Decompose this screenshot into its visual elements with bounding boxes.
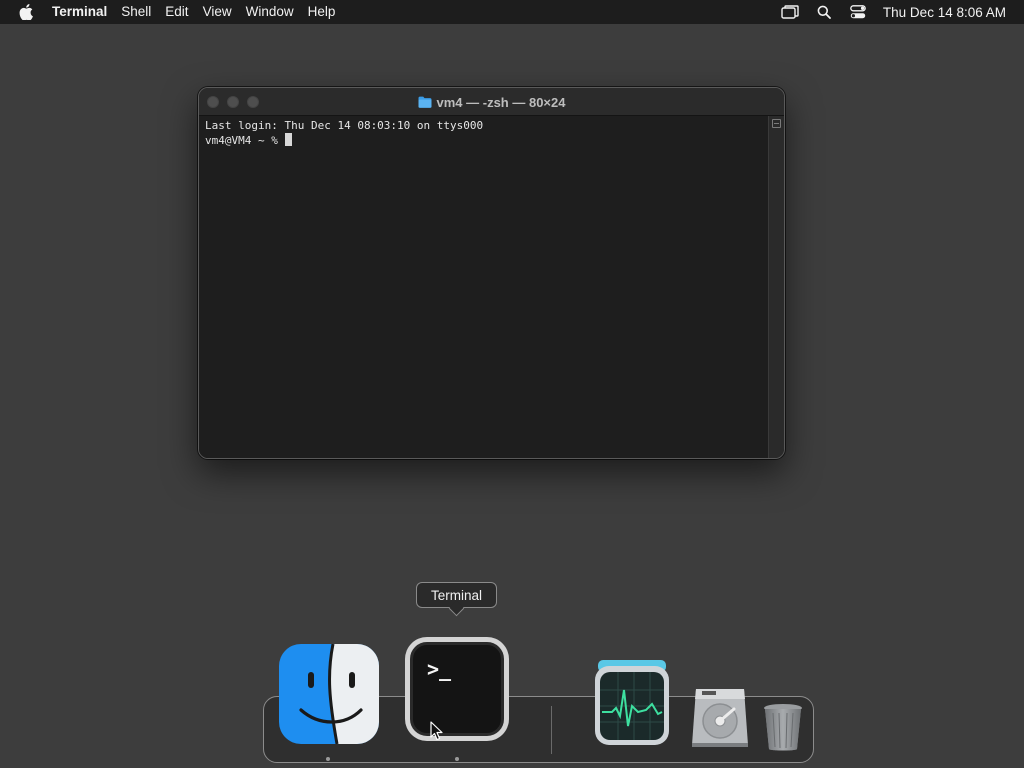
menu-view[interactable]: View	[196, 0, 239, 24]
window-titlebar[interactable]: vm4 — -zsh — 80×24	[199, 88, 784, 116]
window-title: vm4 — -zsh — 80×24	[199, 88, 784, 116]
scrollbar-marker-icon[interactable]	[772, 119, 781, 128]
terminal-prompt: vm4@VM4 ~ %	[205, 134, 285, 147]
terminal-running-indicator	[455, 757, 459, 761]
dock-separator	[551, 706, 552, 754]
screen-mirroring-icon[interactable]	[773, 0, 807, 24]
control-center-icon[interactable]	[841, 0, 875, 24]
hard-disk-icon[interactable]	[690, 685, 750, 749]
menu-bar: Terminal Shell Edit View Window Help Thu…	[0, 0, 1024, 24]
mouse-pointer-icon	[430, 721, 444, 746]
window-title-text: vm4 — -zsh — 80×24	[436, 94, 566, 110]
menu-app-terminal[interactable]: Terminal	[45, 0, 114, 24]
activity-monitor-icon[interactable]	[594, 660, 670, 746]
dock-tooltip: Terminal	[416, 582, 497, 608]
finder-icon[interactable]	[279, 644, 379, 744]
terminal-output[interactable]: Last login: Thu Dec 14 08:03:10 on ttys0…	[199, 116, 769, 458]
terminal-window: vm4 — -zsh — 80×24 Last login: Thu Dec 1…	[198, 87, 785, 459]
trash-icon[interactable]	[763, 703, 803, 752]
menu-window[interactable]: Window	[239, 0, 301, 24]
menu-bar-clock[interactable]: Thu Dec 14 8:06 AM	[883, 5, 1006, 20]
terminal-icon-screen: >_	[410, 642, 504, 736]
terminal-icon-prompt: >_	[427, 657, 452, 681]
status-area: Thu Dec 14 8:06 AM	[773, 0, 1024, 24]
spotlight-search-icon[interactable]	[807, 0, 841, 24]
scrollbar[interactable]	[768, 116, 784, 458]
terminal-icon[interactable]: >_	[405, 637, 509, 741]
finder-running-indicator	[326, 757, 330, 761]
menu-shell[interactable]: Shell	[114, 0, 158, 24]
folder-icon	[418, 96, 432, 108]
menu-help[interactable]: Help	[301, 0, 343, 24]
menu-edit[interactable]: Edit	[158, 0, 195, 24]
text-cursor	[285, 133, 293, 146]
terminal-line: Last login: Thu Dec 14 08:03:10 on ttys0…	[205, 119, 484, 132]
